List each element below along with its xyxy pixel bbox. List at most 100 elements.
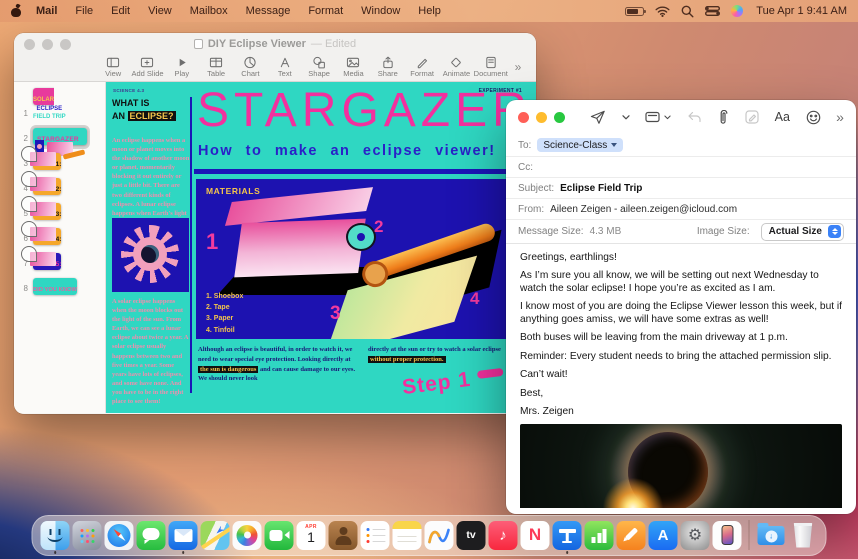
body-paragraph: Reminder: Every student needs to bring t… bbox=[520, 351, 842, 363]
tape-illustration bbox=[346, 223, 376, 251]
dock-finder-icon[interactable] bbox=[41, 521, 70, 550]
dock-pages-icon[interactable] bbox=[617, 521, 646, 550]
battery-icon[interactable] bbox=[625, 7, 644, 16]
document-button[interactable]: Document bbox=[474, 56, 508, 78]
material-number-1: 1 bbox=[206, 229, 218, 255]
dock-freeform-icon[interactable] bbox=[425, 521, 454, 550]
menu-item-window[interactable]: Window bbox=[352, 5, 409, 17]
material-number-2: 2 bbox=[374, 217, 383, 237]
shape-button[interactable]: Shape bbox=[302, 56, 336, 78]
markup-button[interactable] bbox=[745, 110, 759, 124]
menu-item-view[interactable]: View bbox=[139, 5, 181, 17]
add-slide-button[interactable]: Add Slide bbox=[130, 56, 164, 78]
dock-trash-icon[interactable] bbox=[789, 521, 818, 550]
media-button[interactable]: Media bbox=[336, 56, 370, 78]
dock-calendar-icon[interactable]: APR1 bbox=[297, 521, 326, 550]
dock-downloads-icon[interactable]: ↓ bbox=[757, 521, 786, 550]
dock-iphone-mirroring-icon[interactable] bbox=[713, 521, 742, 550]
toolbar-overflow-chevron[interactable]: » bbox=[836, 109, 844, 125]
dock-launchpad-icon[interactable] bbox=[73, 521, 102, 550]
slide-navigator: 1 SOLARECLIPSEFIELD TRIP 2 STARGAZER 3 S… bbox=[14, 82, 106, 413]
send-options-chevron[interactable] bbox=[622, 115, 630, 120]
dock-facetime-icon[interactable] bbox=[265, 521, 294, 550]
slide-thumbnail-1[interactable]: 1 SOLARECLIPSEFIELD TRIP bbox=[17, 85, 105, 124]
reply-button[interactable] bbox=[687, 111, 702, 123]
play-button[interactable]: Play bbox=[165, 56, 199, 78]
body-paragraph: Greetings, earthlings! bbox=[520, 252, 842, 264]
menu-item-message[interactable]: Message bbox=[237, 5, 300, 17]
menu-item-help[interactable]: Help bbox=[409, 5, 450, 17]
dock-mail-icon[interactable] bbox=[169, 521, 198, 550]
format-button[interactable]: Aa bbox=[775, 110, 790, 124]
size-row: Message Size: 4.3 MB Image Size: Actual … bbox=[506, 220, 856, 244]
zoom-button[interactable] bbox=[60, 39, 71, 50]
menu-item-edit[interactable]: Edit bbox=[102, 5, 139, 17]
wifi-icon[interactable] bbox=[655, 6, 670, 17]
dock-numbers-icon[interactable] bbox=[585, 521, 614, 550]
slide-divider-vertical bbox=[190, 97, 192, 393]
materials-panel: MATERIALS 1 2 3 4 1. Shoebox 2. Tape 3. … bbox=[196, 179, 512, 339]
menu-item-file[interactable]: File bbox=[66, 5, 102, 17]
chart-button[interactable]: Chart bbox=[233, 56, 267, 78]
recipient-token[interactable]: Science-Class bbox=[537, 138, 623, 152]
minimize-button[interactable] bbox=[536, 112, 547, 123]
control-center-icon[interactable] bbox=[705, 6, 720, 16]
table-button[interactable]: Table bbox=[199, 56, 233, 78]
header-fields-button[interactable] bbox=[645, 111, 671, 123]
slide-thumbnail-7[interactable]: 7 STEP 5: bbox=[17, 250, 105, 274]
siri-icon[interactable] bbox=[731, 5, 744, 18]
menu-item-format[interactable]: Format bbox=[299, 5, 352, 17]
menu-bar-clock[interactable]: Tue Apr 1 9:41 AM bbox=[754, 5, 847, 17]
dock-appstore-icon[interactable]: A bbox=[649, 521, 678, 550]
send-button[interactable] bbox=[590, 110, 606, 125]
science-tag: SCIENCE 4.3 bbox=[113, 88, 144, 93]
format-button[interactable]: Format bbox=[405, 56, 439, 78]
image-size-select[interactable]: Actual Size bbox=[761, 223, 844, 241]
share-button[interactable]: Share bbox=[371, 56, 405, 78]
slide-divider-horizontal bbox=[194, 169, 518, 174]
dock-messages-icon[interactable] bbox=[137, 521, 166, 550]
dock-keynote-icon[interactable] bbox=[553, 521, 582, 550]
cc-field[interactable]: Cc: bbox=[506, 157, 856, 178]
close-button[interactable] bbox=[24, 39, 35, 50]
dock-notes-icon[interactable] bbox=[393, 521, 422, 550]
message-body-editor[interactable]: Greetings, earthlings! As I’m sure you a… bbox=[506, 244, 856, 508]
body-paragraph: Can’t wait! bbox=[520, 369, 842, 381]
view-button[interactable]: View bbox=[96, 56, 130, 78]
emoji-button[interactable] bbox=[806, 110, 821, 125]
dock-safari-icon[interactable] bbox=[105, 521, 134, 550]
body-paragraph: I know most of you are doing the Eclipse… bbox=[520, 301, 842, 326]
dock-photos-icon[interactable] bbox=[233, 521, 262, 550]
eclipse-attachment-image[interactable] bbox=[520, 424, 842, 508]
slide-canvas[interactable]: SCIENCE 4.3 EXPERIMENT #1 STARGAZER How … bbox=[106, 82, 536, 413]
mail-toolbar[interactable]: Aa » bbox=[506, 100, 856, 134]
dock-contacts-icon[interactable] bbox=[329, 521, 358, 550]
step-1-annotation: Step 1 bbox=[401, 364, 505, 400]
slide-thumbnail-8[interactable]: 8 DID YOU KNOW bbox=[17, 275, 105, 299]
keynote-titlebar[interactable]: DIY Eclipse Viewer — Edited bbox=[14, 33, 536, 55]
menu-item-mailbox[interactable]: Mailbox bbox=[181, 5, 237, 17]
keynote-window: DIY Eclipse Viewer — Edited View Add Sli… bbox=[14, 33, 536, 414]
attach-button[interactable] bbox=[717, 110, 729, 125]
close-button[interactable] bbox=[518, 112, 529, 123]
dock-news-icon[interactable]: N bbox=[521, 521, 550, 550]
animate-button[interactable]: Animate bbox=[439, 56, 473, 78]
dock-maps-icon[interactable] bbox=[201, 521, 230, 550]
zoom-button[interactable] bbox=[554, 112, 565, 123]
dock-music-icon[interactable]: ♪ bbox=[489, 521, 518, 550]
from-field[interactable]: From: Aileen Zeigen - aileen.zeigen@iclo… bbox=[506, 199, 856, 220]
menu-item-mail[interactable]: Mail bbox=[26, 5, 66, 17]
dock: APR1 tv ♪ N A ⚙ ↓ bbox=[32, 515, 827, 556]
search-icon[interactable] bbox=[681, 5, 694, 18]
keynote-window-title: DIY Eclipse Viewer bbox=[208, 38, 306, 50]
dock-tv-icon[interactable]: tv bbox=[457, 521, 486, 550]
dock-reminders-icon[interactable] bbox=[361, 521, 390, 550]
to-field[interactable]: To: Science-Class bbox=[506, 134, 856, 157]
subject-field[interactable]: Subject: Eclipse Field Trip bbox=[506, 178, 856, 199]
minimize-button[interactable] bbox=[42, 39, 53, 50]
dock-settings-icon[interactable]: ⚙ bbox=[681, 521, 710, 550]
document-proxy-icon[interactable] bbox=[194, 39, 203, 49]
text-button[interactable]: Text bbox=[268, 56, 302, 78]
toolbar-overflow-chevron[interactable]: » bbox=[508, 56, 528, 74]
apple-menu-icon[interactable] bbox=[11, 5, 22, 18]
